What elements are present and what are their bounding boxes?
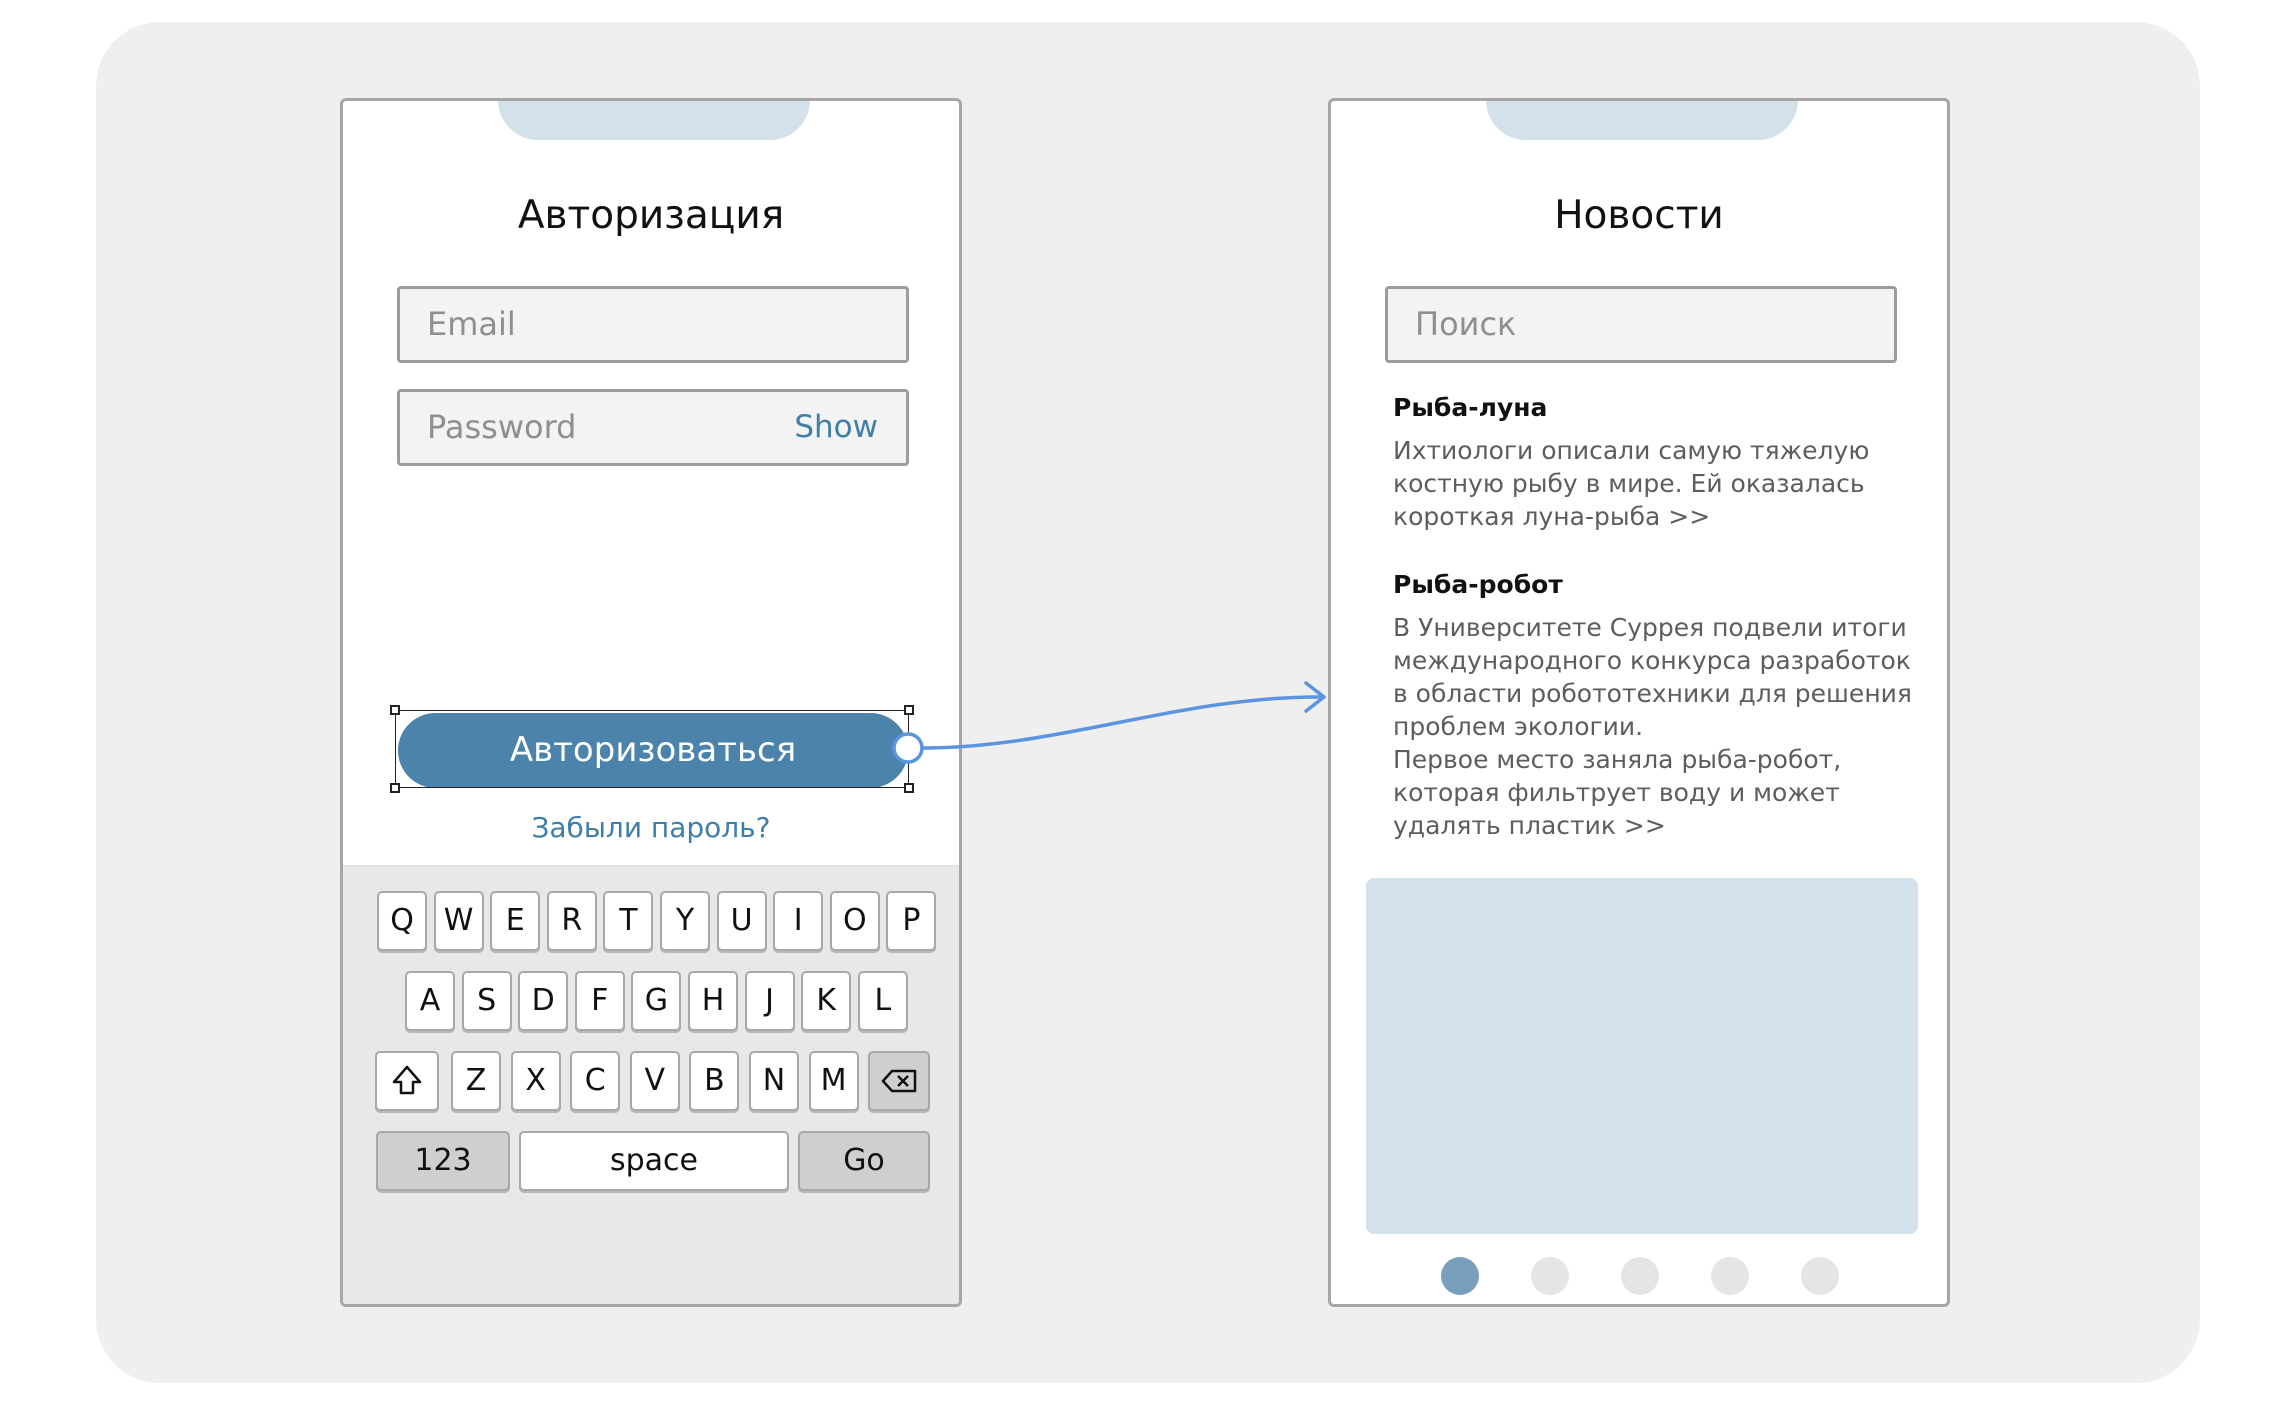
news-item-title: Рыба-луна <box>1393 393 1548 422</box>
backspace-icon <box>881 1069 917 1093</box>
key-a[interactable]: A <box>405 971 455 1031</box>
login-title: Авторизация <box>517 193 785 238</box>
selection-handle[interactable] <box>390 783 400 793</box>
key-g[interactable]: G <box>631 971 682 1031</box>
email-field[interactable]: Email <box>397 286 909 363</box>
news-item[interactable]: Рыба-робот В Университете Суррея подвели… <box>1393 570 1913 842</box>
phone-notch <box>1486 101 1798 140</box>
pagination-dot[interactable] <box>1621 1257 1659 1295</box>
pagination-dot[interactable] <box>1531 1257 1569 1295</box>
go-key[interactable]: Go <box>798 1131 930 1191</box>
shift-key[interactable] <box>375 1051 439 1111</box>
shift-icon <box>392 1065 422 1095</box>
pagination-dot[interactable] <box>1441 1257 1479 1295</box>
key-d[interactable]: D <box>518 971 569 1031</box>
on-screen-keyboard: QWERTYUIOP ASDFGHJKL ZXCVBNM 123 space G… <box>343 865 959 1304</box>
key-y[interactable]: Y <box>660 891 710 951</box>
news-item-body: В Университете Суррея подвели итоги межд… <box>1393 613 1912 840</box>
key-z[interactable]: Z <box>451 1051 501 1111</box>
key-f[interactable]: F <box>574 971 625 1031</box>
backspace-key[interactable] <box>868 1051 930 1111</box>
selection-handle[interactable] <box>390 705 400 715</box>
login-button[interactable]: Авторизоваться <box>398 713 908 788</box>
key-s[interactable]: S <box>461 971 512 1031</box>
key-k[interactable]: K <box>801 971 852 1031</box>
password-field[interactable]: Password Show <box>397 389 909 466</box>
password-placeholder: Password <box>427 408 577 446</box>
selection-handle[interactable] <box>904 705 914 715</box>
key-q[interactable]: Q <box>377 891 427 951</box>
space-key[interactable]: space <box>519 1131 789 1191</box>
key-m[interactable]: M <box>808 1051 859 1111</box>
image-placeholder <box>1366 878 1918 1234</box>
phone-notch <box>498 101 810 140</box>
key-x[interactable]: X <box>510 1051 561 1111</box>
key-i[interactable]: I <box>773 891 824 951</box>
key-r[interactable]: R <box>546 891 597 951</box>
news-item[interactable]: Рыба-луна Ихтиологи описали самую тяжелу… <box>1393 393 1913 533</box>
selection-handle[interactable] <box>904 783 914 793</box>
news-item-body: Ихтиологи описали самую тяжелую костную … <box>1393 436 1870 531</box>
forgot-password-link[interactable]: Забыли пароль? <box>343 811 959 844</box>
key-o[interactable]: O <box>829 891 880 951</box>
key-n[interactable]: N <box>749 1051 799 1111</box>
news-screen: Новости Поиск Рыба-луна Ихтиологи описал… <box>1328 98 1950 1307</box>
key-h[interactable]: H <box>688 971 738 1031</box>
key-t[interactable]: T <box>603 891 654 951</box>
key-c[interactable]: C <box>570 1051 621 1111</box>
login-screen: Авторизация Email Password Show Авторизо… <box>340 98 962 1307</box>
search-placeholder: Поиск <box>1415 305 1517 343</box>
key-v[interactable]: V <box>629 1051 680 1111</box>
key-b[interactable]: B <box>689 1051 740 1111</box>
key-j[interactable]: J <box>744 971 795 1031</box>
key-p[interactable]: P <box>886 891 937 951</box>
search-input[interactable]: Поиск <box>1385 286 1897 363</box>
key-l[interactable]: L <box>857 971 908 1031</box>
news-title: Новости <box>1554 193 1724 238</box>
numbers-key[interactable]: 123 <box>376 1131 510 1191</box>
email-placeholder: Email <box>427 305 516 343</box>
key-u[interactable]: U <box>716 891 767 951</box>
news-item-title: Рыба-робот <box>1393 570 1563 599</box>
show-password-button[interactable]: Show <box>794 392 878 463</box>
key-w[interactable]: W <box>433 891 484 951</box>
pagination-dot[interactable] <box>1801 1257 1839 1295</box>
key-e[interactable]: E <box>490 891 541 951</box>
pagination-dot[interactable] <box>1711 1257 1749 1295</box>
